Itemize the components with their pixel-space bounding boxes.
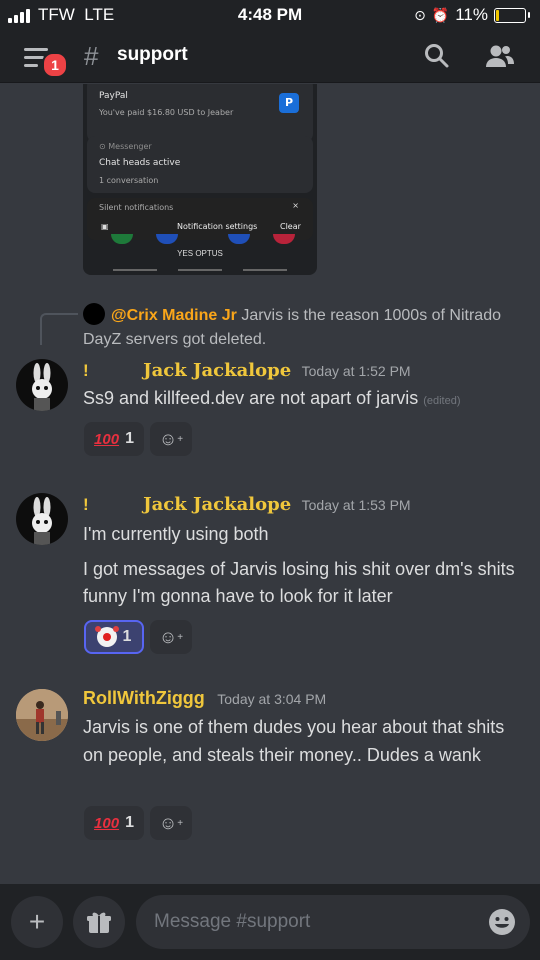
status-bar: TFW LTE 4:48 PM ⊙ ⏰ 11% [0,0,540,30]
message-input[interactable]: Message #support [136,895,530,949]
app-icon [228,234,250,244]
channel-name: support [117,44,188,65]
image-icon: ▣ [101,222,109,231]
role-icon: ! [83,361,89,380]
hundred-emoji-icon: 100 [94,430,120,448]
add-reaction-icon[interactable]: ☺ + [150,806,192,840]
composer-bar: + Message #support [0,884,540,960]
paypal-title: PayPal [99,91,128,101]
role-icon: ! [83,495,89,514]
avatar[interactable] [16,493,68,545]
message-text: Ss9 and killfeed.dev are not apart of ja… [83,388,419,408]
message-text: I'm currently using both [83,524,269,544]
message-header: ! Jack Jackalope Today at 1:52 PM [83,360,411,381]
chatheads-title: Chat heads active [99,158,181,168]
message-header: ! Jack Jackalope Today at 1:53 PM [83,494,411,515]
nav-bar [178,269,222,271]
app-icon [111,234,133,244]
username[interactable]: Jack Jackalope [143,494,291,515]
paypal-text: You've paid $16.80 USD to Jeaber [99,108,234,117]
message-header: RollWithZiggg Today at 3:04 PM [83,688,326,709]
timestamp: Today at 1:53 PM [301,497,411,513]
username[interactable]: Jack Jackalope [143,360,291,381]
battery-percent: 11% [455,5,488,24]
clear-label: Clear [280,222,301,231]
notification-settings: Notification settings [177,222,258,231]
reaction-count: 1 [122,628,132,645]
reaction-100[interactable]: 100 1 [84,806,144,840]
messenger-label: ⊙ Messenger [99,142,152,151]
chatheads-sub: 1 conversation [99,176,159,185]
members-icon[interactable] [485,43,515,76]
image-attachment[interactable]: PayPal You've paid $16.80 USD to Jeaber … [83,84,317,275]
reply-preview[interactable]: @Crix Madine Jr Jarvis is the reason 100… [83,303,523,352]
search-icon[interactable] [424,43,450,76]
nav-bar [113,269,157,271]
battery-icon [494,7,530,23]
avatar[interactable] [16,689,68,741]
plus-icon[interactable]: + [11,896,63,948]
reply-connector [40,313,78,345]
hash-icon: # [84,41,99,71]
timestamp: Today at 1:52 PM [301,363,411,379]
edited-label: (edited) [423,395,461,407]
clown-emoji-icon [94,626,119,647]
silent-label: Silent notifications [99,203,174,212]
message-text: I got messages of Jarvis losing his shit… [83,559,515,606]
add-reaction-icon[interactable]: ☺ + [150,620,192,654]
hundred-emoji-icon: 100 [94,814,120,832]
gift-icon[interactable] [73,896,125,948]
app-icon [273,234,295,244]
emoji-icon[interactable] [488,908,516,941]
avatar [83,303,105,325]
reaction-count: 1 [125,430,134,447]
reaction-clown[interactable]: 1 [84,620,144,654]
paypal-notification: PayPal You've paid $16.80 USD to Jeaber … [87,84,313,142]
message-text: Jarvis is one of them dudes you hear abo… [83,717,505,765]
timestamp: Today at 3:04 PM [217,691,327,707]
close-icon: × [292,201,299,210]
reaction-100[interactable]: 100 1 [84,422,144,456]
reply-mention[interactable]: @Crix Madine Jr [111,307,237,324]
messenger-notification: ⊙ Messenger Chat heads active 1 conversa… [87,136,313,193]
message-placeholder: Message #support [154,911,311,932]
orientation-lock-icon: ⊙ [414,6,426,23]
nav-bar [243,269,287,271]
message-content: Ss9 and killfeed.dev are not apart of ja… [83,385,523,415]
notification-badge: 1 [42,52,68,78]
carrier-text: YES OPTUS [177,249,223,258]
username[interactable]: RollWithZiggg [83,688,205,708]
paypal-icon: P [279,93,299,113]
channel-header: 1 # support [0,30,540,83]
reaction-count: 1 [125,814,134,831]
app-icon [156,234,178,244]
avatar[interactable] [16,359,68,411]
alarm-icon: ⏰ [431,6,450,23]
add-reaction-icon[interactable]: ☺ + [150,422,192,456]
